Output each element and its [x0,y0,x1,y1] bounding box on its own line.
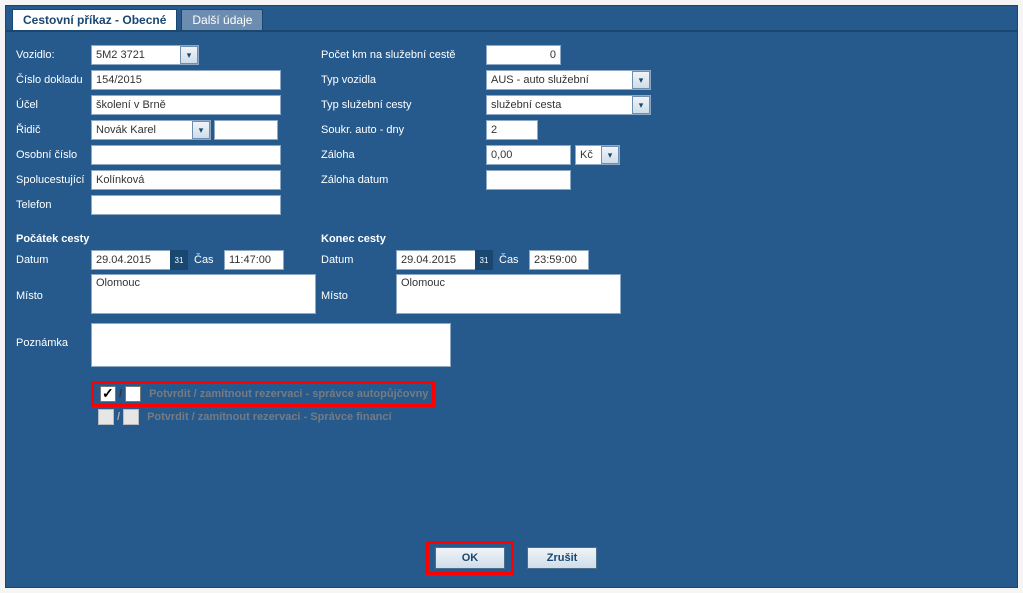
calendar-icon[interactable]: 31 [475,250,493,270]
tab-strip: Cestovní příkaz - Obecné Další údaje [6,6,1017,32]
vehicle-value: 5M2 3721 [92,49,180,61]
label-phone: Telefon [16,199,91,211]
form-content: Vozidlo: 5M2 3721 ▾ Číslo dokladu Účel Ř… [6,32,1017,585]
label-trip-type: Typ služební cesty [321,99,486,111]
tab-general[interactable]: Cestovní příkaz - Obecné [12,9,177,30]
vehicle-type-select[interactable]: AUS - auto služební ▾ [486,70,651,90]
calendar-icon[interactable]: 31 [170,250,188,270]
ok-button[interactable]: OK [435,547,505,569]
label-end-date: Datum [321,254,396,266]
driver-value: Novák Karel [92,124,192,136]
purpose-input[interactable] [91,95,281,115]
label-start-time: Čas [194,254,224,266]
highlight-confirm-rental: / Potvrdit / zamítnout rezervaci - správ… [91,381,435,407]
start-place-input[interactable] [91,274,316,314]
personal-num-input[interactable] [91,145,281,165]
end-place-input[interactable] [396,274,621,314]
label-advance-date: Záloha datum [321,174,486,186]
advance-date-input[interactable] [486,170,571,190]
label-docnum: Číslo dokladu [16,74,91,86]
confirm-finance-accept-checkbox [98,409,114,425]
chevron-down-icon[interactable]: ▾ [632,71,650,89]
end-date-input[interactable] [396,250,476,270]
label-advance: Záloha [321,149,486,161]
driver-extra-input[interactable] [214,120,278,140]
end-header: Konec cesty [321,233,1007,245]
label-private-days: Soukr. auto - dny [321,124,486,136]
private-days-input[interactable] [486,120,538,140]
docnum-input[interactable] [91,70,281,90]
dialog-footer: OK Zrušit [6,541,1017,575]
chevron-down-icon[interactable]: ▾ [192,121,210,139]
label-start-place: Místo [16,290,91,302]
cancel-button[interactable]: Zrušit [527,547,597,569]
travel-order-dialog: Cestovní příkaz - Obecné Další údaje Voz… [5,5,1018,588]
vehicle-select[interactable]: 5M2 3721 ▾ [91,45,199,65]
tab-other[interactable]: Další údaje [181,9,263,30]
km-input[interactable] [486,45,561,65]
end-time-input[interactable] [529,250,589,270]
label-note: Poznámka [16,337,91,349]
confirm-rental-label: Potvrdit / zamítnout rezervaci - správce… [149,388,428,400]
currency-value: Kč [576,149,601,161]
trip-type-select[interactable]: služební cesta ▾ [486,95,651,115]
advance-input[interactable] [486,145,571,165]
label-end-place: Místo [321,290,396,302]
label-vehicle: Vozidlo: [16,49,91,61]
co-traveller-input[interactable] [91,170,281,190]
highlight-ok: OK [426,541,514,575]
label-purpose: Účel [16,99,91,111]
label-km: Počet km na služební cestě [321,49,486,61]
confirm-rental-accept-checkbox[interactable] [100,386,116,402]
vehicle-type-value: AUS - auto služební [487,74,632,86]
chevron-down-icon[interactable]: ▾ [632,96,650,114]
trip-type-value: služební cesta [487,99,632,111]
currency-select[interactable]: Kč ▾ [575,145,620,165]
confirm-rental-reject-checkbox[interactable] [125,386,141,402]
driver-select[interactable]: Novák Karel ▾ [91,120,211,140]
start-date-input[interactable] [91,250,171,270]
label-end-time: Čas [499,254,529,266]
confirm-finance-label: Potvrdit / zamítnout rezervaci - Správce… [147,411,392,423]
confirm-finance-reject-checkbox [123,409,139,425]
label-vehicle-type: Typ vozidla [321,74,486,86]
label-driver: Řidič [16,124,91,136]
chevron-down-icon[interactable]: ▾ [180,46,198,64]
phone-input[interactable] [91,195,281,215]
label-personal-num: Osobní číslo [16,149,91,161]
slash-separator: / [119,388,122,400]
start-header: Počátek cesty [16,233,321,245]
note-input[interactable] [91,323,451,367]
start-time-input[interactable] [224,250,284,270]
slash-separator: / [117,411,120,423]
label-start-date: Datum [16,254,91,266]
label-co-traveller: Spolucestující [16,174,91,186]
chevron-down-icon[interactable]: ▾ [601,146,619,164]
